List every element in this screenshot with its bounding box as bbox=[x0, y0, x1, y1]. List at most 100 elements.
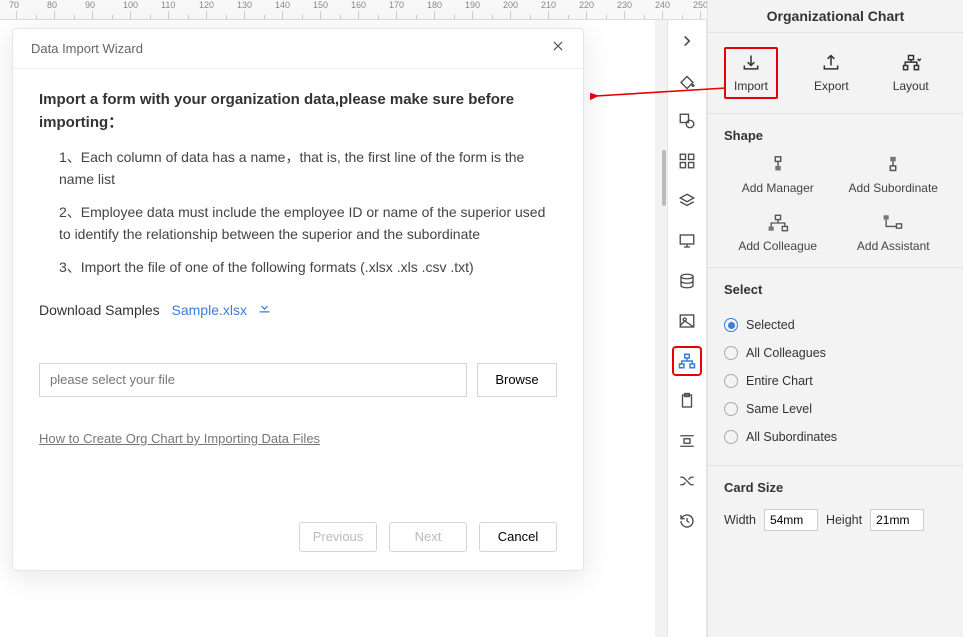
radio-icon bbox=[724, 346, 738, 360]
step-3: 3、Import the file of one of the followin… bbox=[59, 256, 557, 278]
clipboard-icon[interactable] bbox=[672, 386, 702, 416]
radio-label: All Subordinates bbox=[746, 430, 837, 444]
export-icon bbox=[821, 53, 841, 73]
radio-icon bbox=[724, 430, 738, 444]
data-import-wizard-dialog: Data Import Wizard Import a form with yo… bbox=[12, 28, 584, 571]
download-icon[interactable] bbox=[257, 302, 272, 319]
ruler-tick: 90 bbox=[92, 11, 130, 19]
database-icon[interactable] bbox=[672, 266, 702, 296]
add-colleague-button[interactable]: Add Colleague bbox=[720, 213, 836, 253]
image-icon[interactable] bbox=[672, 306, 702, 336]
add-manager-icon bbox=[767, 155, 789, 175]
radio-icon bbox=[724, 374, 738, 388]
add-subordinate-icon bbox=[882, 155, 904, 175]
vertical-scrollbar-gutter[interactable] bbox=[655, 20, 667, 637]
add-manager-label: Add Manager bbox=[742, 181, 814, 195]
settings-gear-icon[interactable] bbox=[672, 106, 702, 136]
shuffle-icon[interactable] bbox=[672, 466, 702, 496]
layout-button[interactable]: Layout bbox=[885, 47, 937, 99]
select-all-colleagues-radio[interactable]: All Colleagues bbox=[724, 339, 947, 367]
previous-button: Previous bbox=[299, 522, 377, 552]
org-chart-icon[interactable] bbox=[672, 346, 702, 376]
ruler-tick: 120 bbox=[206, 11, 244, 19]
ruler-tick: 200 bbox=[510, 11, 548, 19]
dialog-intro-text: Import a form with your organization dat… bbox=[39, 89, 557, 134]
howto-link[interactable]: How to Create Org Chart by Importing Dat… bbox=[39, 431, 320, 446]
ruler-tick: 180 bbox=[434, 11, 472, 19]
dialog-header: Data Import Wizard bbox=[13, 29, 583, 69]
file-path-input[interactable] bbox=[39, 363, 467, 397]
ruler-tick: 240 bbox=[662, 11, 700, 19]
ruler-tick: 190 bbox=[472, 11, 510, 19]
panel-actions-row: Import Export Layout bbox=[708, 33, 963, 114]
card-size-section: Width Height bbox=[708, 503, 963, 545]
shape-heading: Shape bbox=[708, 114, 963, 151]
add-manager-button[interactable]: Add Manager bbox=[720, 155, 836, 195]
ruler-tick: 80 bbox=[54, 11, 92, 19]
import-label: Import bbox=[734, 79, 768, 93]
dialog-footer: Previous Next Cancel bbox=[13, 512, 583, 552]
ruler-tick: 150 bbox=[320, 11, 358, 19]
add-subordinate-button[interactable]: Add Subordinate bbox=[836, 155, 952, 195]
radio-icon bbox=[724, 318, 738, 332]
sample-link[interactable]: Sample.xlsx bbox=[172, 302, 247, 318]
file-input-row: Browse bbox=[39, 363, 557, 397]
layout-label: Layout bbox=[893, 79, 929, 93]
download-label: Download Samples bbox=[39, 302, 160, 318]
ruler-tick: 100 bbox=[130, 11, 168, 19]
browse-button[interactable]: Browse bbox=[477, 363, 557, 397]
ruler-tick: 130 bbox=[244, 11, 282, 19]
add-colleague-icon bbox=[766, 213, 790, 233]
strip-handle[interactable] bbox=[662, 150, 666, 206]
collapse-panel-button[interactable] bbox=[672, 26, 702, 56]
step-2: 2、Employee data must include the employe… bbox=[59, 201, 557, 246]
step-1: 1、Each column of data has a name，that is… bbox=[59, 146, 557, 191]
select-options: Selected All Colleagues Entire Chart Sam… bbox=[708, 305, 963, 466]
ruler-tick: 70 bbox=[16, 11, 54, 19]
ruler-tick: 220 bbox=[586, 11, 624, 19]
fill-tool-icon[interactable] bbox=[672, 66, 702, 96]
height-input[interactable] bbox=[870, 509, 924, 531]
add-assistant-button[interactable]: Add Assistant bbox=[836, 213, 952, 253]
select-entire-chart-radio[interactable]: Entire Chart bbox=[724, 367, 947, 395]
presentation-icon[interactable] bbox=[672, 226, 702, 256]
ruler-tick: 140 bbox=[282, 11, 320, 19]
layers-icon[interactable] bbox=[672, 186, 702, 216]
download-samples-row: Download Samples Sample.xlsx bbox=[39, 300, 557, 319]
radio-icon bbox=[724, 402, 738, 416]
import-icon bbox=[741, 53, 761, 73]
panel-title: Organizational Chart bbox=[708, 0, 963, 33]
select-selected-radio[interactable]: Selected bbox=[724, 311, 947, 339]
add-assistant-label: Add Assistant bbox=[857, 239, 930, 253]
export-label: Export bbox=[814, 79, 849, 93]
next-button: Next bbox=[389, 522, 467, 552]
close-button[interactable] bbox=[551, 39, 565, 58]
radio-label: Same Level bbox=[746, 402, 812, 416]
add-colleague-label: Add Colleague bbox=[738, 239, 817, 253]
select-same-level-radio[interactable]: Same Level bbox=[724, 395, 947, 423]
add-assistant-icon bbox=[881, 213, 905, 233]
ruler-tick: 210 bbox=[548, 11, 586, 19]
close-icon bbox=[551, 39, 565, 53]
export-button[interactable]: Export bbox=[806, 47, 857, 99]
dialog-step-list: 1、Each column of data has a name，that is… bbox=[39, 146, 557, 278]
grid-icon[interactable] bbox=[672, 146, 702, 176]
layout-icon bbox=[901, 53, 921, 73]
right-icon-strip bbox=[667, 20, 707, 637]
spacing-icon[interactable] bbox=[672, 426, 702, 456]
width-input[interactable] bbox=[764, 509, 818, 531]
add-subordinate-label: Add Subordinate bbox=[849, 181, 938, 195]
import-button[interactable]: Import bbox=[724, 47, 778, 99]
select-all-subordinates-radio[interactable]: All Subordinates bbox=[724, 423, 947, 451]
cancel-button[interactable]: Cancel bbox=[479, 522, 557, 552]
ruler-tick: 170 bbox=[396, 11, 434, 19]
dialog-title: Data Import Wizard bbox=[31, 41, 143, 56]
radio-label: All Colleagues bbox=[746, 346, 826, 360]
history-icon[interactable] bbox=[672, 506, 702, 536]
ruler-tick: 160 bbox=[358, 11, 396, 19]
ruler-tick: 110 bbox=[168, 11, 206, 19]
properties-panel: Organizational Chart Import Export Layou… bbox=[707, 0, 963, 637]
radio-label: Selected bbox=[746, 318, 795, 332]
ruler-tick: 230 bbox=[624, 11, 662, 19]
card-size-heading: Card Size bbox=[708, 466, 963, 503]
